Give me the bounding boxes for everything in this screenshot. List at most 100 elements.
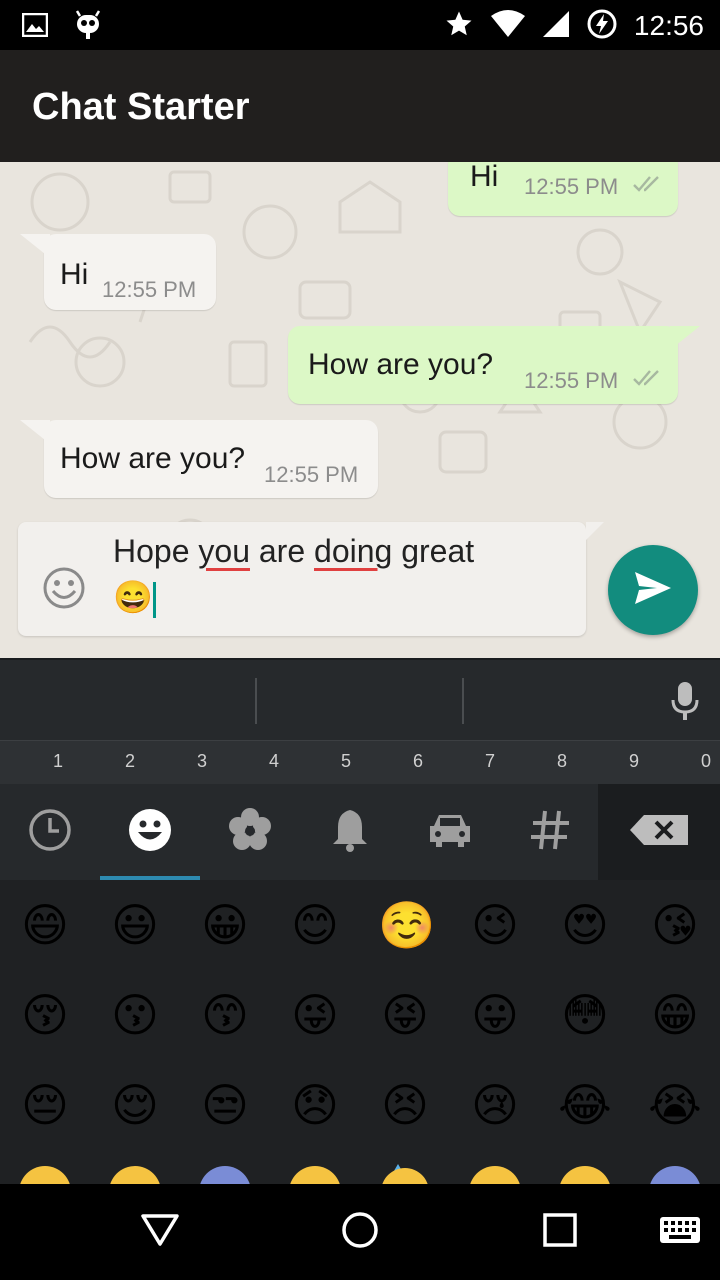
home-button[interactable]: [330, 1206, 390, 1258]
message-time: 12:55 PM: [264, 462, 359, 487]
number-key[interactable]: 1: [22, 751, 94, 772]
suggestion-divider: [462, 678, 464, 724]
emoji-key[interactable]: 😂: [558, 1078, 612, 1132]
flower-icon: [227, 807, 273, 857]
emoji-key[interactable]: 😢: [468, 1078, 522, 1132]
tab-places[interactable]: [400, 784, 500, 880]
number-key[interactable]: 0: [670, 751, 720, 772]
emoji-key[interactable]: 😉: [468, 898, 522, 952]
message-bubble-incoming[interactable]: Hi 12:55 PM: [44, 234, 216, 310]
bell-icon: [330, 807, 370, 857]
emoji-key[interactable]: 😀: [198, 898, 252, 952]
clock: 12:56: [633, 10, 704, 41]
message-time: 12:55 PM: [524, 174, 619, 199]
image-icon: [21, 12, 49, 41]
recents-button[interactable]: [530, 1206, 590, 1258]
tab-symbols[interactable]: [500, 784, 600, 880]
tab-nature[interactable]: [200, 784, 300, 880]
number-key[interactable]: 5: [310, 751, 382, 772]
signal-icon: [542, 10, 570, 42]
emoji-key[interactable]: 😍: [558, 898, 612, 952]
number-key[interactable]: 9: [598, 751, 670, 772]
keyboard-switch-button[interactable]: [650, 1206, 710, 1258]
emoji-key[interactable]: ☺️: [378, 898, 435, 952]
recent-icon: [27, 807, 73, 857]
message-bubble-outgoing[interactable]: Hi 12:55 PM: [448, 162, 678, 216]
input-word: are: [258, 533, 306, 569]
navigation-bar: [0, 1184, 720, 1280]
keyboard-icon: [659, 1216, 701, 1248]
send-icon: [633, 570, 673, 610]
hash-icon: [529, 809, 571, 855]
emoji-grid: 😄 😃 😀 😊 ☺️ 😉 😍 😘 😚 😗 😙 😜 😝 😛 😳 😁 😔 😌 😒 😞…: [0, 880, 720, 1184]
emoji-key[interactable]: 😜: [288, 988, 342, 1042]
emoji-key[interactable]: 😝: [378, 988, 432, 1042]
emoji-key[interactable]: 😘: [648, 898, 702, 952]
number-key[interactable]: 4: [238, 751, 310, 772]
number-key[interactable]: 7: [454, 751, 526, 772]
message-text: How are you?: [308, 348, 494, 381]
keyboard-number-row: 1 2 3 4 5 6 7 8 9 0: [0, 740, 720, 784]
tab-recent[interactable]: [0, 784, 100, 880]
battery-charging-icon: [586, 8, 618, 44]
emoji-key[interactable]: 😛: [468, 988, 522, 1042]
message-bubble-outgoing[interactable]: How are you? 12:55 PM: [288, 326, 678, 404]
tab-objects[interactable]: [300, 784, 400, 880]
emoji-key[interactable]: 😚: [18, 988, 72, 1042]
input-word: great: [401, 533, 475, 569]
bubble-tail: [670, 326, 700, 350]
emoji-key[interactable]: 😳: [558, 988, 612, 1042]
message-time: 12:55 PM: [102, 277, 197, 302]
wifi-icon: [490, 10, 526, 42]
status-bar: 12:56: [0, 0, 720, 50]
read-ticks-icon: [632, 174, 662, 199]
send-button[interactable]: [608, 545, 698, 635]
number-key[interactable]: 2: [94, 751, 166, 772]
backspace-icon: [630, 815, 688, 849]
back-button[interactable]: [130, 1206, 190, 1258]
smiley-icon: [127, 807, 173, 857]
text-caret: [152, 581, 156, 618]
emoji-key[interactable]: 😌: [108, 1078, 162, 1132]
tab-smileys[interactable]: [100, 784, 200, 880]
emoji-row-partial: [20, 1164, 700, 1184]
emoji-key[interactable]: 😣: [378, 1078, 432, 1132]
message-time: 12:55 PM: [524, 368, 619, 393]
emoji-key[interactable]: 😗: [108, 988, 162, 1042]
bubble-tail: [20, 234, 50, 258]
keyboard-suggestion-strip: [0, 658, 720, 740]
number-key[interactable]: 8: [526, 751, 598, 772]
input-word: Hope: [113, 533, 190, 569]
emoji-key[interactable]: 😁: [648, 988, 702, 1042]
emoji-key[interactable]: 😞: [288, 1078, 342, 1132]
app-bar: Chat Starter: [0, 50, 720, 162]
car-icon: [426, 810, 474, 854]
android-icon: [74, 10, 102, 44]
emoji-key[interactable]: 😒: [198, 1078, 252, 1132]
bubble-tail: [20, 420, 50, 444]
number-key[interactable]: 3: [166, 751, 238, 772]
emoji-key[interactable]: 😙: [198, 988, 252, 1042]
message-text: Hi: [470, 162, 499, 193]
emoji-key[interactable]: 😄: [18, 898, 72, 952]
emoji-key[interactable]: 😃: [108, 898, 162, 952]
message-bubble-incoming[interactable]: How are you? 12:55 PM: [44, 420, 378, 498]
emoji-key[interactable]: 😔: [18, 1078, 72, 1132]
emoji-key[interactable]: 😊: [288, 898, 342, 952]
home-circle-icon: [340, 1210, 380, 1254]
microphone-icon[interactable]: [670, 680, 700, 726]
back-triangle-icon: [140, 1213, 180, 1251]
message-text: How are you?: [60, 442, 246, 475]
backspace-button[interactable]: [598, 784, 720, 880]
page-title: Chat Starter: [32, 86, 250, 128]
emoji-category-bar: [0, 784, 720, 880]
read-ticks-icon: [632, 368, 662, 393]
recents-square-icon: [542, 1212, 578, 1252]
emoji-toggle-icon[interactable]: [42, 566, 86, 614]
message-composer[interactable]: Hope you are doing great 😄: [18, 522, 604, 636]
message-input[interactable]: Hope you are doing great 😄: [113, 528, 533, 620]
emoji-key[interactable]: 😭: [648, 1078, 702, 1132]
composer-tail: [586, 522, 604, 540]
message-text: Hi: [60, 258, 89, 291]
number-key[interactable]: 6: [382, 751, 454, 772]
